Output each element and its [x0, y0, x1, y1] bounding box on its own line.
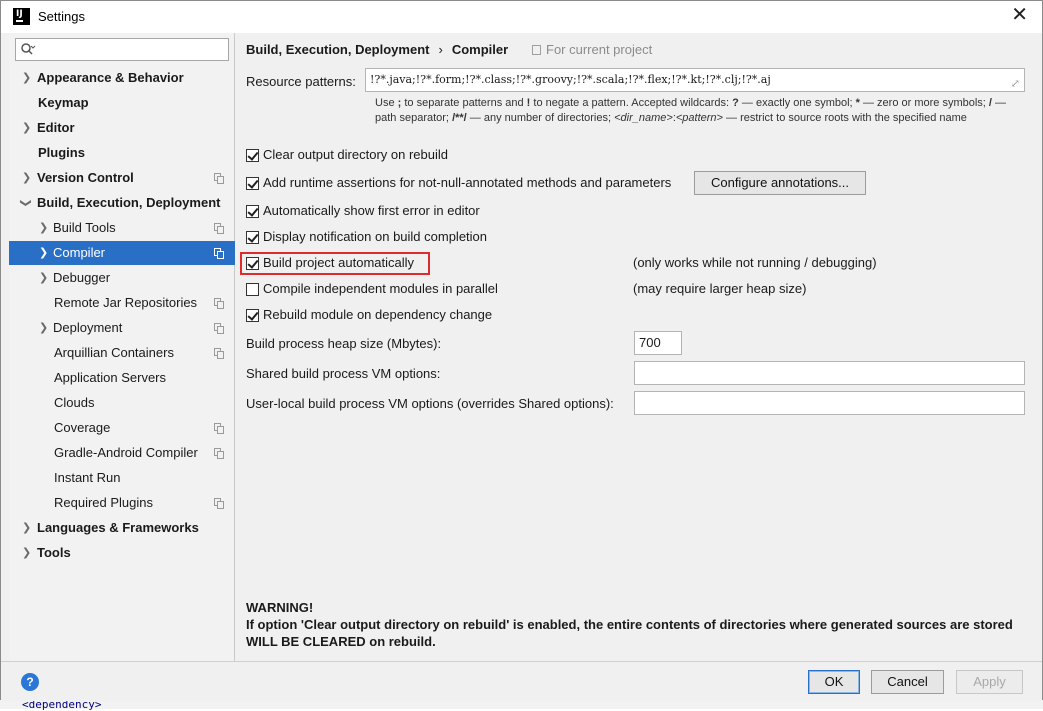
sidebar-item-build-execution-deployment[interactable]: ❯ Build, Execution, Deployment: [9, 191, 235, 215]
project-scope-icon: [214, 348, 225, 359]
warning-line-1: If option 'Clear output directory on reb…: [246, 617, 1013, 632]
compile-parallel-checkbox[interactable]: [246, 283, 259, 296]
sidebar-item-compiler[interactable]: ❯ Compiler: [9, 241, 235, 265]
sidebar-item-arquillian-containers[interactable]: Arquillian Containers: [9, 341, 235, 365]
sidebar-item-application-servers[interactable]: Application Servers: [9, 366, 235, 390]
sidebar-item-version-control[interactable]: ❯ Version Control: [9, 166, 235, 190]
resource-patterns-value: !?*.java;!?*.form;!?*.class;!?*.groovy;!…: [370, 73, 771, 86]
annotation-highlight: [240, 252, 430, 275]
breadcrumb: Build, Execution, Deployment › Compiler: [246, 42, 508, 57]
intellij-logo-icon: IJ: [13, 8, 30, 25]
user-vm-options-label: User-local build process VM options (ove…: [246, 396, 614, 411]
resource-patterns-label: Resource patterns:: [246, 74, 356, 89]
project-scope-icon: [214, 498, 225, 509]
chevron-right-icon: ❯: [39, 322, 49, 334]
project-scope-icon: [214, 173, 225, 184]
clear-output-checkbox[interactable]: [246, 149, 259, 162]
sidebar-item-build-tools[interactable]: ❯ Build Tools: [9, 216, 235, 240]
resource-patterns-hint: Use ; to separate patterns and ! to nega…: [375, 97, 1007, 124]
resource-patterns-input[interactable]: !?*.java;!?*.form;!?*.class;!?*.groovy;!…: [365, 68, 1025, 92]
chevron-down-icon: ❯: [19, 198, 32, 208]
breadcrumb-parent[interactable]: Build, Execution, Deployment: [246, 42, 429, 57]
user-vm-options-input[interactable]: [634, 391, 1025, 415]
shared-vm-options-input[interactable]: [634, 361, 1025, 385]
expand-icon[interactable]: ⤢: [1011, 73, 1020, 91]
project-scope-icon: [214, 323, 225, 334]
display-notification-checkbox[interactable]: [246, 231, 259, 244]
search-input[interactable]: [40, 41, 226, 58]
help-icon[interactable]: ?: [21, 673, 39, 691]
project-scope-icon: [214, 248, 225, 259]
chevron-right-icon: ❯: [22, 522, 32, 534]
compile-parallel-note: (may require larger heap size): [633, 281, 807, 296]
settings-sidebar: ❯ Appearance & Behavior Keymap ❯ Editor …: [9, 33, 235, 661]
close-icon[interactable]: ✕: [1011, 5, 1028, 25]
warning-title: WARNING!: [246, 600, 314, 615]
sidebar-item-coverage[interactable]: Coverage: [9, 416, 235, 440]
window-title: Settings: [38, 9, 85, 24]
chevron-right-icon: ❯: [22, 122, 32, 134]
sidebar-item-plugins[interactable]: Plugins: [9, 141, 235, 165]
project-scope-icon: [214, 448, 225, 459]
rebuild-on-dependency-checkbox[interactable]: [246, 309, 259, 322]
chevron-right-icon: ❯: [22, 547, 32, 559]
sidebar-item-tools[interactable]: ❯ Tools: [9, 541, 235, 565]
ok-button[interactable]: OK: [808, 670, 860, 694]
warning-message: WARNING! If option 'Clear output directo…: [246, 599, 1036, 650]
breadcrumb-current: Compiler: [451, 42, 509, 57]
apply-button[interactable]: Apply: [956, 670, 1023, 694]
search-icon: [21, 43, 36, 55]
heap-size-label: Build process heap size (Mbytes):: [246, 336, 442, 351]
sidebar-item-keymap[interactable]: Keymap: [9, 91, 235, 115]
project-scope-icon: [214, 223, 225, 234]
chevron-right-icon: ❯: [22, 72, 32, 84]
breadcrumb-separator: ›: [438, 42, 443, 57]
show-first-error-checkbox[interactable]: [246, 205, 259, 218]
chevron-right-icon: ❯: [39, 272, 49, 284]
search-box[interactable]: [15, 38, 229, 61]
chevron-right-icon: ❯: [39, 222, 49, 234]
title-bar: IJ Settings ✕: [1, 1, 1042, 33]
sidebar-item-debugger[interactable]: ❯ Debugger: [9, 266, 235, 290]
project-scope-icon: [532, 45, 541, 55]
sidebar-item-required-plugins[interactable]: Required Plugins: [9, 491, 235, 515]
chevron-right-icon: ❯: [22, 172, 32, 184]
configure-annotations-button[interactable]: Configure annotations...: [694, 171, 866, 195]
runtime-assertions-checkbox[interactable]: [246, 177, 259, 190]
sidebar-item-clouds[interactable]: Clouds: [9, 391, 235, 415]
sidebar-item-languages-frameworks[interactable]: ❯ Languages & Frameworks: [9, 516, 235, 540]
sidebar-item-appearance-behavior[interactable]: ❯ Appearance & Behavior: [9, 66, 235, 90]
sidebar-item-editor[interactable]: ❯ Editor: [9, 116, 235, 140]
project-scope-icon: [214, 423, 225, 434]
dialog-footer: ? OK Cancel Apply: [1, 661, 1042, 701]
sidebar-item-deployment[interactable]: ❯ Deployment: [9, 316, 235, 340]
compiler-settings-panel: Build, Execution, Deployment › Compiler Fo…: [236, 33, 1042, 661]
chevron-right-icon: ❯: [39, 247, 49, 259]
sidebar-item-remote-jar-repositories[interactable]: Remote Jar Repositories: [9, 291, 235, 315]
build-automatically-note: (only works while not running / debuggin…: [633, 255, 877, 270]
cancel-button[interactable]: Cancel: [871, 670, 944, 694]
sidebar-item-instant-run[interactable]: Instant Run: [9, 466, 235, 490]
settings-dialog: IJ Settings ✕ ❯ Appearance & Behavior Ke…: [0, 0, 1043, 701]
warning-line-2: WILL BE CLEARED on rebuild.: [246, 634, 436, 649]
heap-size-input[interactable]: 700: [634, 331, 682, 355]
project-scope-icon: [214, 298, 225, 309]
scope-note: For current project: [532, 42, 652, 57]
shared-vm-options-label: Shared build process VM options:: [246, 366, 441, 381]
sidebar-item-gradle-android-compiler[interactable]: Gradle-Android Compiler: [9, 441, 235, 465]
